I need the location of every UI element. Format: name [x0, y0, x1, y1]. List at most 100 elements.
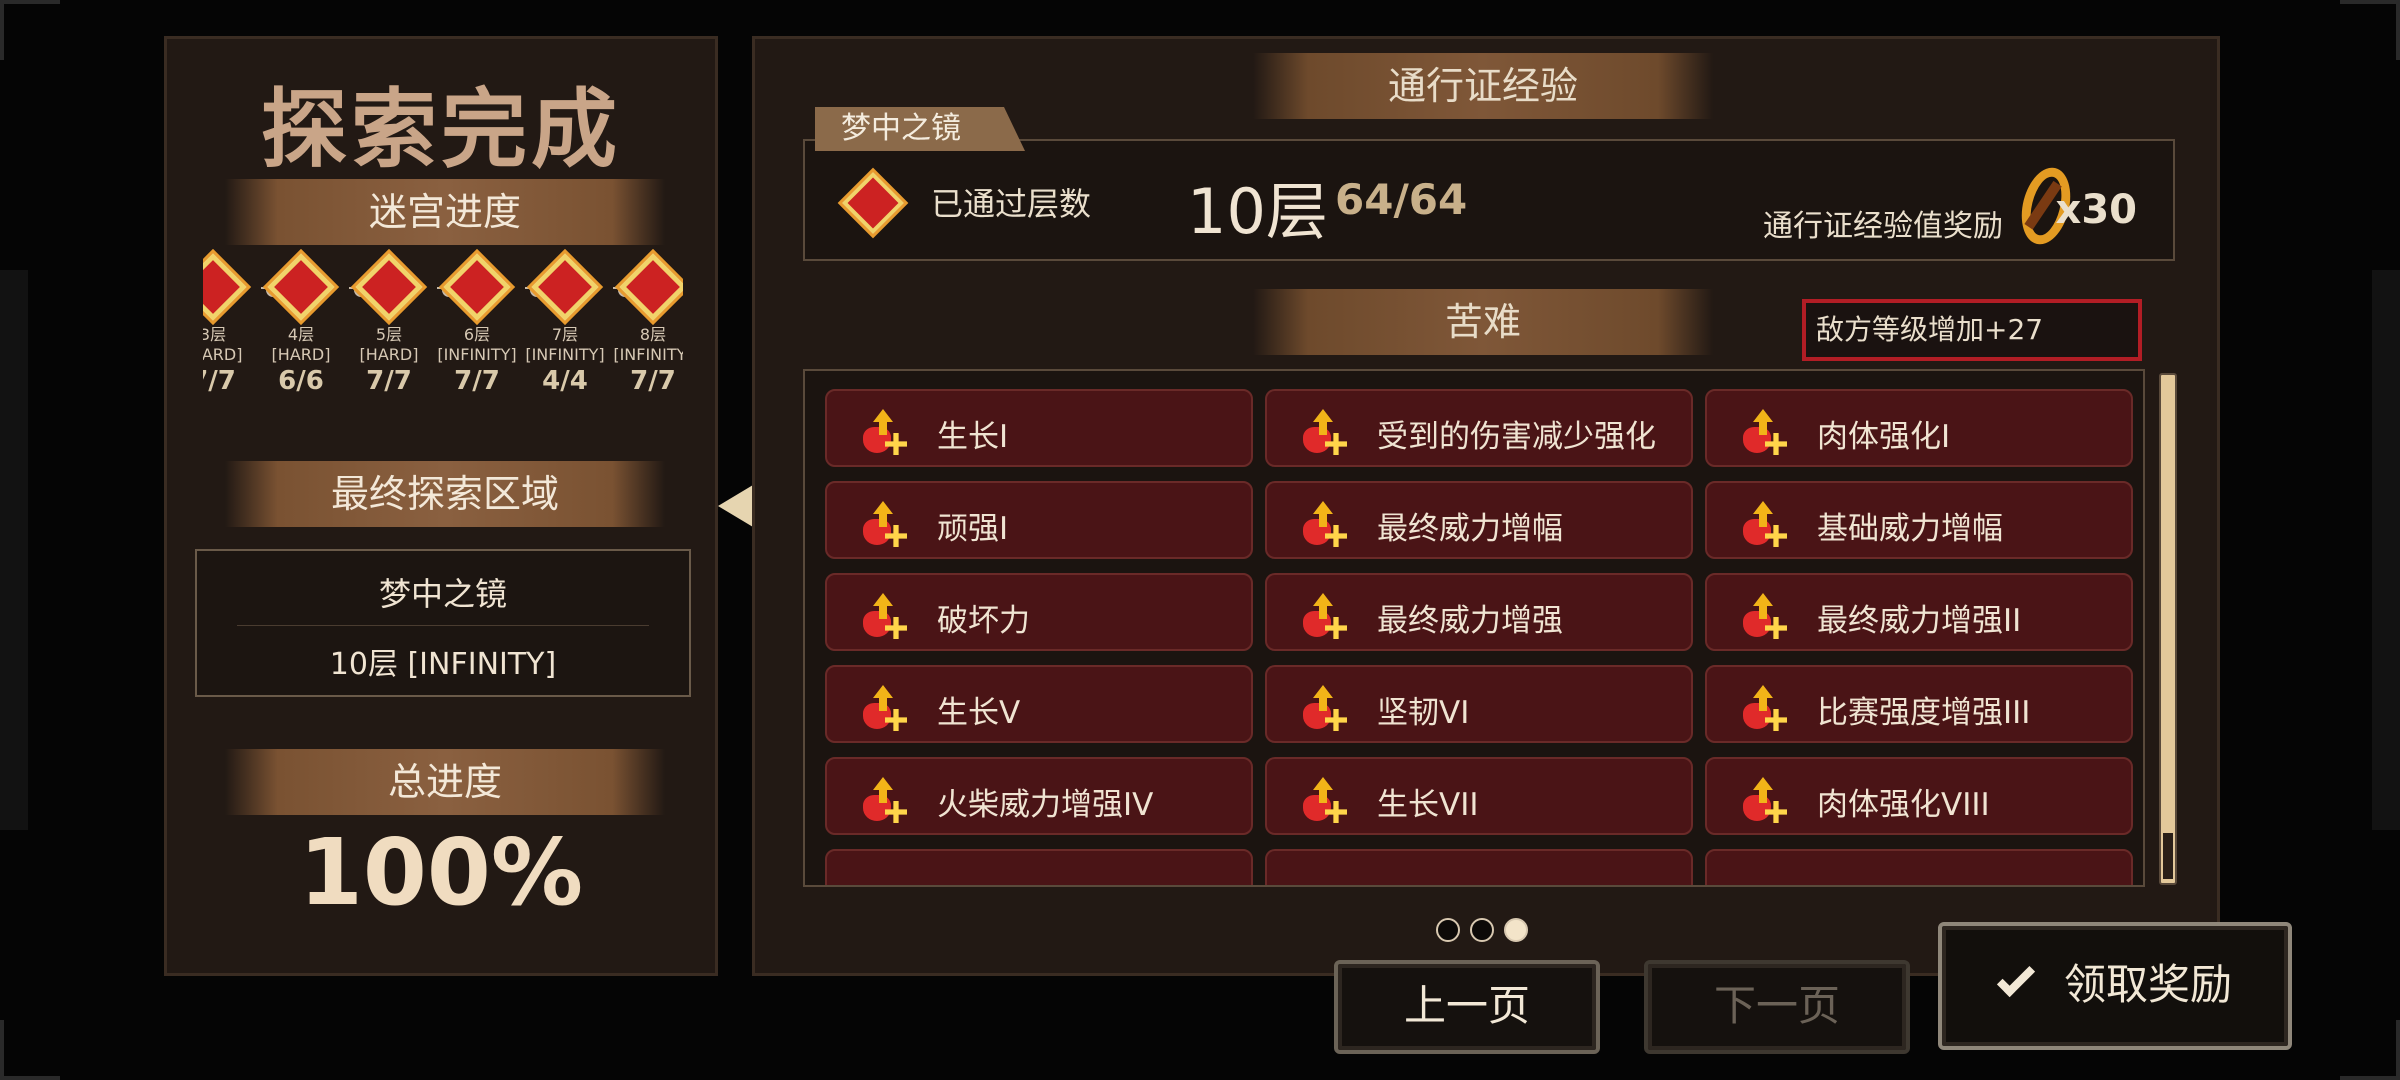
final-area-name: 梦中之镜 [378, 575, 507, 613]
stage-node: 6层 [INFINITY] 7/7 [437, 249, 517, 397]
next-page-button[interactable]: 下一页 [1644, 960, 1910, 1054]
buff-card: 受到的伤害减少强化 [1265, 389, 1693, 467]
buff-card: 生长VII [1265, 757, 1693, 835]
page-dot-active[interactable] [1504, 918, 1528, 942]
stage-difficulty: [HARD] [203, 345, 243, 364]
total-progress-value: 100% [298, 819, 584, 926]
frame-corner-bottom-right [2340, 1020, 2400, 1080]
stage-diamond-icon [531, 253, 599, 321]
buff-label: 坚韧VI [1377, 695, 1470, 731]
buff-list-scrollbar[interactable] [2159, 373, 2177, 885]
exploration-summary-panel: 探索完成 迷宫进度 3层 [HARD] 7/7 4层 [HARD] 6/6 5层… [164, 36, 718, 976]
stage-floor: 4层 [287, 325, 315, 344]
buff-card-partial [825, 849, 1253, 885]
buff-card: 火柴威力增强IV [825, 757, 1253, 835]
stage-progress: 7/7 [454, 366, 500, 396]
buff-card: 肉体强化VIII [1705, 757, 2133, 835]
maze-progress-banner: 迷宫进度 [225, 179, 665, 245]
buff-card: 顽强I [825, 481, 1253, 559]
scrollbar-thumb[interactable] [2163, 833, 2173, 879]
buff-card: 生长I [825, 389, 1253, 467]
buff-label: 最终威力增强 [1377, 603, 1563, 639]
frame-side-left [0, 270, 28, 830]
buff-card: 坚韧VI [1265, 665, 1693, 743]
stage-floor: 8层 [639, 325, 667, 344]
stage-node: 8层 [INFINITY] 7/7 [613, 249, 683, 397]
final-area-floor: 10层 [INFINITY] [329, 647, 557, 682]
buff-icon [863, 591, 909, 639]
buff-card: 生长V [825, 665, 1253, 743]
claim-reward-button[interactable]: 领取奖励 [1938, 922, 2292, 1050]
frame-corner-top-left [0, 0, 60, 60]
stage-diamond-icon [443, 253, 511, 321]
buff-label: 肉体强化I [1817, 419, 1951, 455]
stage-difficulty: [HARD] [271, 345, 331, 364]
frame-corner-top-right [2340, 0, 2400, 60]
floors-passed-count: 64/64 [1335, 175, 1468, 224]
stage-node: 7层 [INFINITY] 4/4 [525, 249, 605, 397]
buff-label: 最终威力增幅 [1377, 511, 1563, 547]
stage-difficulty: [INFINITY] [613, 345, 683, 364]
buff-label: 生长V [937, 695, 1021, 731]
stage-diamond-icon [203, 253, 247, 321]
stage-floor: 7层 [551, 325, 579, 344]
buff-card: 比赛强度增强III [1705, 665, 2133, 743]
stage-progress: 7/7 [203, 366, 236, 396]
stage-floor: 6层 [463, 325, 491, 344]
total-progress-banner: 总进度 [225, 749, 665, 815]
buff-icon [1303, 683, 1349, 731]
floors-passed-value: 10层 [1187, 175, 1328, 248]
stage-progress: 7/7 [366, 366, 412, 396]
buff-label: 受到的伤害减少强化 [1377, 419, 1656, 455]
checkmark-icon [1996, 958, 2036, 998]
buff-label: 火柴威力增强IV [937, 787, 1154, 823]
buff-card-partial [1705, 849, 2133, 885]
stage-diamond-icon [267, 253, 335, 321]
page-dot[interactable] [1436, 918, 1460, 942]
pass-area-tab: 梦中之镜 [815, 107, 1025, 151]
buff-card: 基础威力增幅 [1705, 481, 2133, 559]
floors-passed-label: 已通过层数 [931, 185, 1092, 223]
final-area-banner: 最终探索区域 [225, 461, 665, 527]
buff-icon [1743, 407, 1789, 455]
buff-icon [1303, 775, 1349, 823]
buff-card: 破坏力 [825, 573, 1253, 651]
buff-icon [1303, 591, 1349, 639]
buff-label: 破坏力 [937, 603, 1030, 639]
maze-stage-track: 3层 [HARD] 7/7 4层 [HARD] 6/6 5层 [HARD] 7/… [203, 249, 683, 429]
divider [237, 625, 649, 626]
pass-exp-box: 已通过层数 10层 64/64 通行证经验值奖励 x30 [803, 139, 2175, 261]
buff-icon [1743, 775, 1789, 823]
enemy-level-indicator: 敌方等级增加+27 [1802, 299, 2142, 361]
buff-label: 基础威力增幅 [1817, 511, 2003, 547]
hardship-buff-list[interactable]: 生长I 受到的伤害减少强化 肉体强化I 顽强I 最终威力增幅 基础威力增幅破坏力 最终威力增… [803, 369, 2145, 887]
stage-progress: 7/7 [630, 366, 676, 396]
page-dot[interactable] [1470, 918, 1494, 942]
stage-floor: 3层 [203, 325, 227, 344]
buff-icon [1743, 683, 1789, 731]
buff-label: 肉体强化VIII [1817, 787, 1990, 823]
buff-card: 肉体强化I [1705, 389, 2133, 467]
buff-icon [1743, 591, 1789, 639]
stage-diamond-icon [619, 253, 683, 321]
buff-icon [863, 499, 909, 547]
buff-icon [1303, 499, 1349, 547]
pass-exp-reward-multiplier: x30 [2055, 187, 2137, 233]
prev-page-button[interactable]: 上一页 [1334, 960, 1600, 1054]
buff-icon [1743, 499, 1789, 547]
rewards-panel: 通行证经验 已通过层数 10层 64/64 通行证经验值奖励 x30 梦中之镜 … [752, 36, 2220, 976]
claim-reward-label: 领取奖励 [2063, 960, 2232, 1009]
stage-node: 4层 [HARD] 6/6 [261, 249, 341, 397]
final-area-box: 梦中之镜 10层 [INFINITY] [195, 549, 691, 697]
buff-card: 最终威力增强 [1265, 573, 1693, 651]
stage-diamond-icon [355, 253, 423, 321]
buff-label: 最终威力增强II [1817, 603, 2022, 639]
stage-progress: 6/6 [278, 366, 324, 396]
buff-icon [863, 775, 909, 823]
exploration-complete-title: 探索完成 [261, 80, 621, 180]
stage-progress: 4/4 [542, 366, 588, 396]
stage-difficulty: [HARD] [359, 345, 419, 364]
frame-corner-bottom-left [0, 1020, 60, 1080]
buff-icon [1303, 407, 1349, 455]
buff-label: 生长I [937, 419, 1009, 455]
